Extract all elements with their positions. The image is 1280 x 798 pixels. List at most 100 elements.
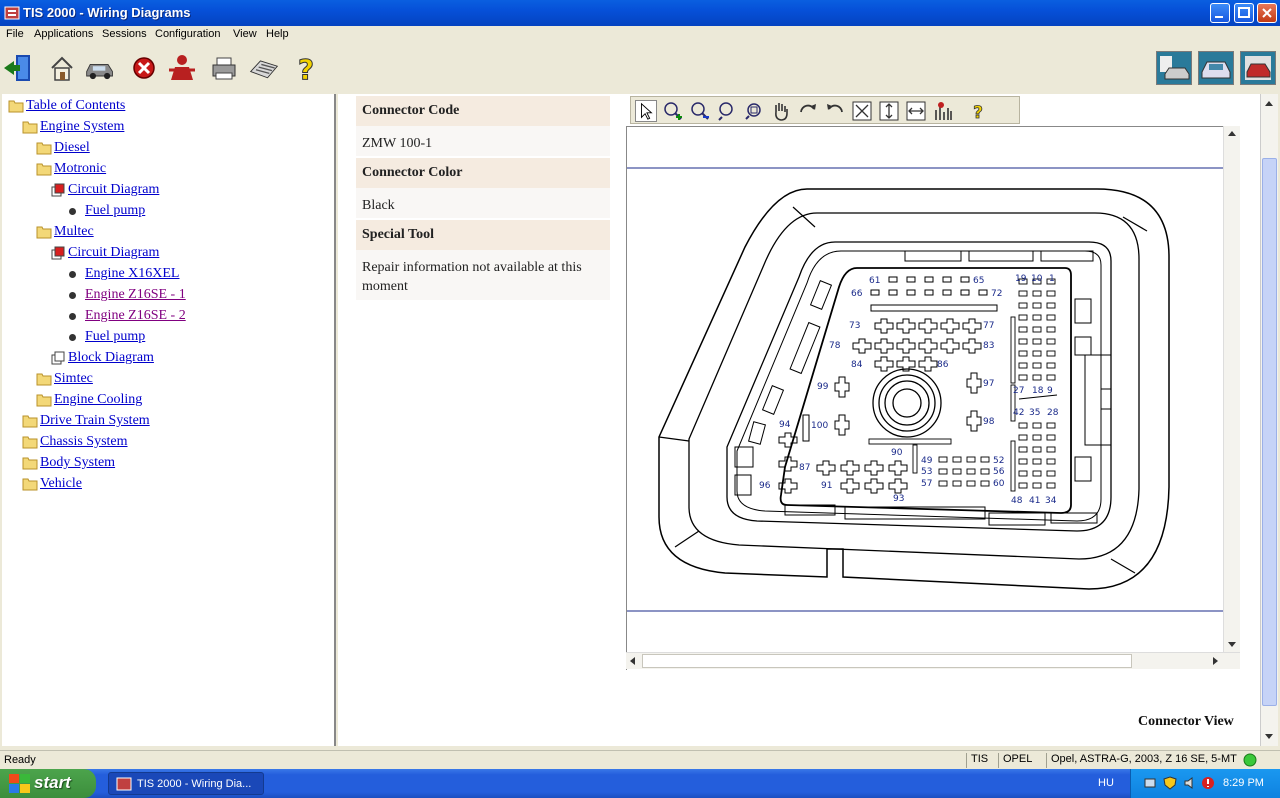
table-of-contents-tree: Table of Contents Engine System Diesel M… (2, 94, 336, 746)
network-icon[interactable] (1143, 776, 1157, 790)
vehicle-select-icon[interactable] (84, 52, 116, 84)
tree-item-vehicle[interactable]: Vehicle (22, 474, 82, 494)
pin-label: 84 (851, 360, 863, 370)
shield-icon[interactable] (1163, 776, 1177, 790)
scroll-down-icon[interactable] (1224, 638, 1240, 652)
pin-field-divider-top (870, 304, 998, 312)
fit-height-icon[interactable] (878, 100, 900, 122)
exit-icon[interactable] (2, 52, 34, 84)
close-button[interactable] (1257, 3, 1277, 23)
page-vertical-scrollbar[interactable] (1260, 94, 1278, 746)
tree-item-engine-cooling[interactable]: Engine Cooling (36, 390, 142, 410)
diagram-vertical-scrollbar[interactable] (1223, 126, 1240, 652)
page-scroll-thumb[interactable] (1262, 158, 1277, 706)
tree-item-multec-fuel-pump[interactable]: Fuel pump (64, 327, 145, 347)
menu-help[interactable]: Help (266, 28, 289, 40)
tree-item-block-diagram[interactable]: Block Diagram (50, 348, 154, 368)
menu-view[interactable]: View (233, 28, 257, 40)
fit-page-icon[interactable] (851, 100, 873, 122)
scroll-down-icon[interactable] (1261, 730, 1277, 744)
menu-sessions[interactable]: Sessions (102, 28, 147, 40)
scroll-right-icon[interactable] (1208, 653, 1222, 669)
pin-label: 99 (817, 382, 829, 392)
tree-item-engine-z16se-1[interactable]: Engine Z16SE - 1 (64, 285, 186, 305)
pin-label: 19 (1015, 274, 1027, 284)
stop-icon[interactable] (128, 52, 160, 84)
tree-item-motronic-fuel-pump[interactable]: Fuel pump (64, 201, 145, 221)
taskbar-task-tis[interactable]: TIS 2000 - Wiring Dia... (108, 772, 264, 795)
select-pointer-icon[interactable] (635, 100, 657, 122)
bullet-icon (69, 291, 76, 299)
diagram-horizontal-scrollbar[interactable] (626, 652, 1240, 669)
zoom-in-icon[interactable] (662, 100, 684, 122)
menu-file[interactable]: File (6, 28, 24, 40)
tree-item-motronic[interactable]: Motronic (36, 159, 106, 179)
menu-applications[interactable]: Applications (34, 28, 93, 40)
menu-configuration[interactable]: Configuration (155, 28, 220, 40)
folder-open-icon (8, 100, 24, 113)
start-button[interactable]: start (0, 769, 96, 798)
user-icon[interactable] (166, 52, 198, 84)
zoom-icon[interactable] (716, 100, 738, 122)
tree-item-engine-x16xel[interactable]: Engine X16XEL (64, 264, 179, 284)
system-tray: 8:29 PM (1130, 769, 1280, 798)
tree-item-motronic-circuit[interactable]: Circuit Diagram (50, 180, 159, 200)
module-vehicle-data-button[interactable] (1156, 51, 1192, 85)
pin-label: 94 (779, 420, 791, 430)
keyboard-icon[interactable] (248, 52, 280, 84)
status-vehicle: Opel, ASTRA-G, 2003, Z 16 SE, 5-MT (1046, 753, 1240, 768)
tree-label: Engine Cooling (54, 392, 143, 407)
tree-label: Engine System (40, 119, 125, 134)
tree-item-simtec[interactable]: Simtec (36, 369, 93, 389)
scroll-up-icon[interactable] (1224, 126, 1240, 140)
rotate-ccw-icon[interactable] (824, 100, 846, 122)
module-diagnostics-button[interactable] (1198, 51, 1234, 85)
close-icon (1262, 8, 1272, 18)
pin-label: 34 (1045, 496, 1057, 506)
vehicle-data-icon (1160, 56, 1190, 80)
scroll-up-icon[interactable] (1261, 96, 1277, 110)
maximize-button[interactable] (1234, 3, 1254, 23)
pan-hand-icon[interactable] (770, 100, 792, 122)
connector-info-panel: Connector Code ZMW 100-1 Connector Color… (338, 94, 626, 746)
horizontal-scroll-thumb[interactable] (642, 654, 1132, 668)
connector-drawing-canvas[interactable]: 61 65 66 72 19 10 1 73 77 78 83 84 86 99… (626, 126, 1240, 670)
main-toolbar: ? (0, 44, 1280, 92)
home-icon[interactable] (46, 52, 78, 84)
menu-bar: File Applications Sessions Configuration… (0, 26, 1280, 44)
security-alert-icon[interactable] (1201, 776, 1215, 790)
scroll-left-icon[interactable] (626, 653, 640, 669)
tree-item-chassis[interactable]: Chassis System (22, 432, 128, 452)
tree-item-engine-system[interactable]: Engine System (22, 117, 124, 137)
tree-item-multec-circuit[interactable]: Circuit Diagram (50, 243, 159, 263)
tree-item-body[interactable]: Body System (22, 453, 115, 473)
fit-width-icon[interactable] (905, 100, 927, 122)
pin-label: 18 (1032, 386, 1044, 396)
language-indicator[interactable]: HU (1098, 777, 1114, 789)
pin-label: 65 (973, 276, 984, 286)
folder-icon (22, 415, 38, 428)
tree-item-root[interactable]: Table of Contents (8, 96, 125, 116)
minimize-button[interactable] (1210, 3, 1230, 23)
pin-label: 83 (983, 341, 994, 351)
tree-item-engine-z16se-2[interactable]: Engine Z16SE - 2 (64, 306, 186, 326)
viewer-help-icon[interactable]: ? (967, 100, 989, 122)
print-icon[interactable] (208, 52, 240, 84)
pin-label: 53 (921, 467, 932, 477)
settings-icon[interactable] (932, 100, 954, 122)
help-icon[interactable]: ? (290, 52, 322, 85)
status-app: TIS (966, 753, 998, 768)
tree-item-multec[interactable]: Multec (36, 222, 94, 242)
tree-item-diesel[interactable]: Diesel (36, 138, 90, 158)
title-bar[interactable]: TIS 2000 - Wiring Diagrams (0, 0, 1280, 26)
tree-label: Table of Contents (26, 98, 126, 113)
pin-label: 73 (849, 321, 860, 331)
tree-item-drive-train[interactable]: Drive Train System (22, 411, 150, 431)
zoom-out-icon[interactable] (689, 100, 711, 122)
pin-label: 91 (821, 481, 832, 491)
pin-label: 35 (1029, 408, 1040, 418)
module-wiring-button[interactable] (1240, 51, 1276, 85)
zoom-area-icon[interactable] (743, 100, 765, 122)
speaker-icon[interactable] (1183, 776, 1197, 790)
rotate-cw-icon[interactable] (797, 100, 819, 122)
